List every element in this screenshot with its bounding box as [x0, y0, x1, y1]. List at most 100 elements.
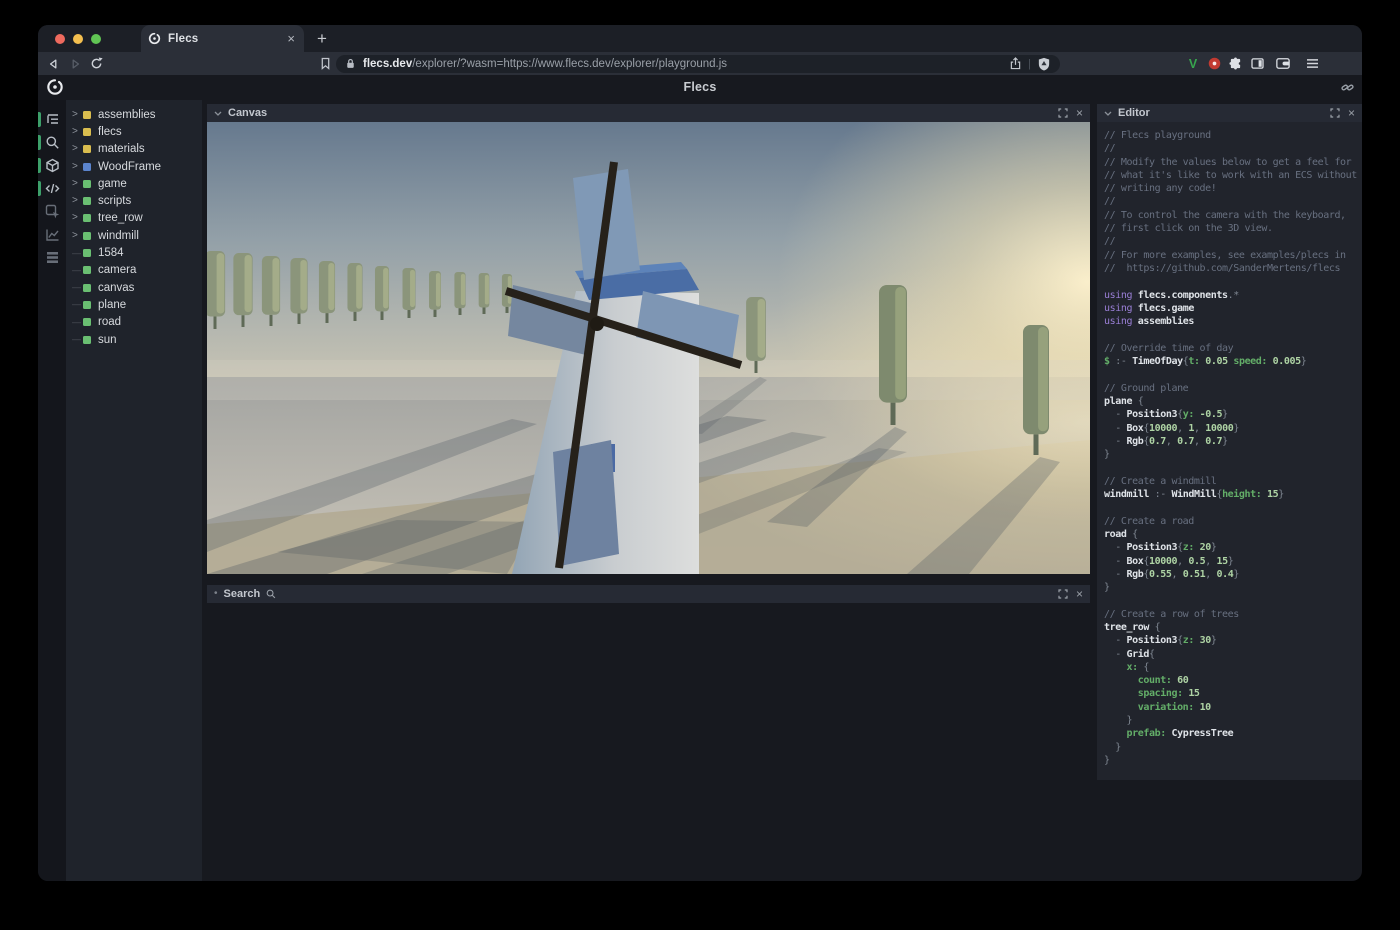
inspector-toggle[interactable]	[38, 200, 66, 223]
expand-arrow-icon[interactable]: >	[72, 127, 83, 137]
expand-arrow-icon[interactable]: >	[72, 213, 83, 223]
tree-item-game[interactable]: >game	[66, 175, 202, 192]
code-line: //	[1104, 142, 1362, 155]
code-editor[interactable]: // Flecs playground//// Modify the value…	[1097, 122, 1362, 780]
entity-color-square	[83, 318, 91, 326]
search-panel-title: Search	[224, 588, 261, 600]
canvas-panel-header: Canvas ×	[207, 104, 1090, 122]
tree-item-1584[interactable]: —1584	[66, 244, 202, 261]
zoom-window-button[interactable]	[91, 34, 101, 44]
chevron-down-icon[interactable]	[1104, 111, 1112, 116]
tree-item-scripts[interactable]: >scripts	[66, 192, 202, 209]
menu-icon	[1306, 58, 1319, 69]
collapsed-dot-icon[interactable]: •	[214, 589, 218, 599]
code-icon	[45, 181, 60, 196]
entity-label: plane	[98, 299, 126, 311]
stats-toggle[interactable]	[38, 223, 66, 246]
page-title: Flecs	[38, 75, 1362, 100]
close-window-button[interactable]	[55, 34, 65, 44]
close-icon[interactable]: ×	[1348, 107, 1355, 119]
tree-item-camera[interactable]: —camera	[66, 262, 202, 279]
url-path: /explorer/?wasm=https://www.flecs.dev/ex…	[412, 58, 727, 70]
extension-v-button[interactable]: V	[1184, 52, 1202, 75]
panel-icon-strip	[38, 100, 66, 881]
tree-item-sun[interactable]: —sun	[66, 331, 202, 348]
forward-button[interactable]	[66, 52, 84, 75]
canvas-3d-view[interactable]	[207, 122, 1090, 574]
tree-item-road[interactable]: —road	[66, 314, 202, 331]
tree-item-windmill[interactable]: > windmill	[66, 227, 202, 244]
entity-label: windmill	[98, 230, 139, 242]
query-toggle[interactable]	[38, 131, 66, 154]
tree-item-assemblies[interactable]: >assemblies	[66, 106, 202, 123]
tree-item-canvas[interactable]: —canvas	[66, 279, 202, 296]
entity-color-square	[83, 197, 91, 205]
code-line: //	[1104, 235, 1362, 248]
new-tab-button[interactable]: +	[317, 30, 327, 47]
sidebar-toggle-button[interactable]	[1248, 52, 1266, 75]
bookmark-button[interactable]	[316, 52, 334, 75]
code-line: // https://github.com/SanderMertens/flec…	[1104, 262, 1362, 275]
entity-tree-toggle[interactable]	[38, 108, 66, 131]
tree-item-tree_row[interactable]: >tree_row	[66, 210, 202, 227]
code-line	[1104, 501, 1362, 514]
expand-arrow-icon[interactable]: >	[72, 196, 83, 206]
browser-toolbar: flecs.dev/explorer/?wasm=https://www.fle…	[38, 52, 1362, 75]
close-icon[interactable]: ×	[1076, 588, 1083, 600]
minimize-window-button[interactable]	[73, 34, 83, 44]
entity-color-square	[83, 214, 91, 222]
search-icon	[45, 135, 60, 150]
fullscreen-icon[interactable]	[1330, 108, 1340, 118]
red-extension-icon	[1208, 57, 1221, 70]
code-line	[1104, 328, 1362, 341]
code-line: road {	[1104, 528, 1362, 541]
code-line: // Ground plane	[1104, 382, 1362, 395]
inspect-icon	[45, 204, 60, 219]
url-bar[interactable]: flecs.dev/explorer/?wasm=https://www.fle…	[336, 55, 1060, 73]
expand-arrow-icon[interactable]: >	[72, 179, 83, 189]
expand-arrow-icon[interactable]: >	[72, 144, 83, 154]
fullscreen-icon[interactable]	[1058, 108, 1068, 118]
tree-icon	[45, 112, 60, 127]
share-icon[interactable]	[1010, 57, 1021, 70]
canvas-panel-title: Canvas	[228, 107, 267, 119]
tree-item-materials[interactable]: >materials	[66, 141, 202, 158]
close-icon[interactable]: ×	[1076, 107, 1083, 119]
tab-title: Flecs	[168, 33, 285, 45]
lock-icon	[346, 58, 355, 69]
canvas-toggle[interactable]	[38, 154, 66, 177]
extension-red-button[interactable]	[1205, 52, 1223, 75]
back-button[interactable]	[44, 52, 62, 75]
menu-button[interactable]	[1303, 52, 1321, 75]
browser-tab[interactable]: Flecs ×	[141, 25, 304, 52]
entity-color-square	[83, 145, 91, 153]
permalink-icon[interactable]	[1341, 81, 1354, 94]
editor-toggle[interactable]	[38, 177, 66, 200]
entity-color-square	[83, 180, 91, 188]
tab-close-icon[interactable]: ×	[285, 32, 297, 45]
code-line: using assemblies	[1104, 315, 1362, 328]
chevron-down-icon[interactable]	[214, 111, 222, 116]
code-line	[1104, 461, 1362, 474]
extensions-button[interactable]	[1226, 52, 1244, 75]
wallet-button[interactable]	[1274, 52, 1292, 75]
reload-button[interactable]	[87, 52, 105, 75]
tree-item-flecs[interactable]: >flecs	[66, 123, 202, 140]
tree-item-WoodFrame[interactable]: >WoodFrame	[66, 158, 202, 175]
entity-label: road	[98, 316, 121, 328]
puzzle-icon	[1229, 57, 1242, 70]
tree-item-plane[interactable]: — plane	[66, 296, 202, 313]
fullscreen-icon[interactable]	[1058, 589, 1068, 599]
code-line: //	[1104, 195, 1362, 208]
back-icon	[48, 58, 59, 70]
code-line: // Flecs playground	[1104, 129, 1362, 142]
expand-arrow-icon[interactable]: >	[72, 231, 83, 241]
sidebar-toggle-icon	[1251, 58, 1264, 69]
code-line: variation: 10	[1104, 701, 1362, 714]
entity-label: canvas	[98, 282, 134, 294]
leaf-dash-icon: —	[72, 300, 83, 309]
expand-arrow-icon[interactable]: >	[72, 110, 83, 120]
log-toggle[interactable]	[38, 246, 66, 269]
expand-arrow-icon[interactable]: >	[72, 162, 83, 172]
shield-icon[interactable]	[1038, 57, 1050, 71]
